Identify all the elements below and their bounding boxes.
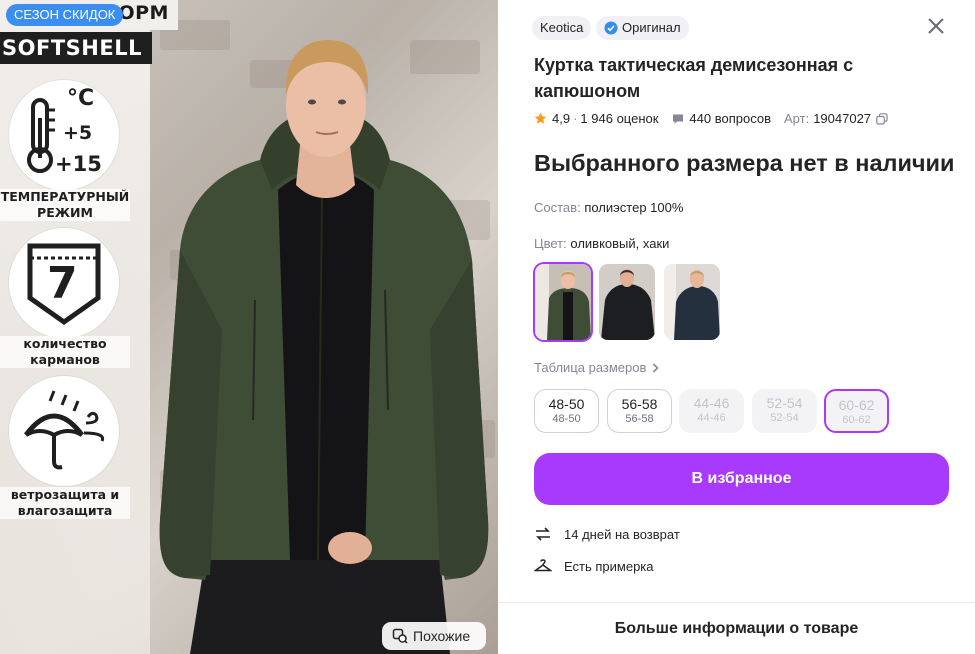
questions-icon [673,114,684,124]
article-number: 19047027 [813,111,872,126]
questions-count[interactable]: 440 вопросов [689,111,771,126]
color-label: Цвет: [534,236,567,251]
similar-icon [392,628,408,644]
size-label: 52-54 [766,395,803,411]
color-option-navy[interactable] [664,264,720,340]
pockets-circle: 7 [9,228,119,338]
star-icon [534,112,547,124]
temperature-low: +5 [63,122,93,144]
rating-value: 4,9 [552,111,571,126]
composition-label: Состав: [534,200,581,215]
color-option-olive[interactable] [535,264,591,340]
size-sublabel: 56-58 [625,413,654,425]
protection-label-line2: влагозащита [17,503,113,518]
chevron-right-icon [653,362,660,373]
product-title: Куртка тактическая демисезонная с капюшо… [534,55,854,101]
fitting-info: Есть примерка [534,557,654,575]
size-option-48-50[interactable]: 48-50 48-50 [534,389,599,433]
copy-icon[interactable] [876,112,888,125]
protection-circle [9,376,119,486]
original-label: Оригинал [622,20,681,35]
size-sublabel: 60-62 [842,414,871,426]
brand-tag[interactable]: Keotica [532,16,592,40]
size-label: 48-50 [548,396,585,412]
article-label: Арт: [784,111,810,126]
rating-separator: · [573,111,578,126]
temperature-label-line1: ТЕМПЕРАТУРНЫЙ [0,189,130,204]
size-table-label: Таблица размеров [534,360,647,375]
pockets-label: количество карманов [0,336,130,368]
size-label: 60-62 [838,397,875,413]
color-value: оливковый, хаки [570,236,670,251]
reviews-count[interactable]: 1 946 оценок [580,111,658,126]
size-table-link[interactable]: Таблица размеров [534,360,660,375]
similar-button[interactable]: Похожие [382,622,486,650]
size-sublabel: 52-54 [770,412,799,424]
protection-label-line1: ветрозащита и [10,487,120,502]
composition-row: Состав: полиэстер 100% [534,200,683,215]
pockets-label-line2: карманов [30,352,100,367]
original-badge[interactable]: Оригинал [596,16,689,40]
close-icon[interactable] [926,16,946,36]
verified-icon [604,21,618,35]
temperature-circle: °C +5 +15 [9,80,119,190]
thumb-navy [664,264,720,340]
size-option-60-62[interactable]: 60-62 60-62 [824,389,889,433]
similar-button-label: Похожие [413,628,471,644]
temperature-label-line2: РЕЖИМ [37,205,93,220]
temperature-high: +15 [55,152,102,176]
product-image[interactable]: ТОРМ SOFTSHELL СЕЗОН СКИДОК °C +5 +15 ТЕ… [0,0,498,654]
temperature-label: ТЕМПЕРАТУРНЫЙ РЕЖИМ [0,189,130,221]
product-info-panel: Keotica Оригинал Куртка тактическая деми… [498,0,975,654]
more-info-button[interactable]: Больше информации о товаре [498,602,975,654]
brand-name: Keotica [540,20,584,35]
add-to-favorites-button[interactable]: В избранное [534,453,949,505]
return-policy: 14 дней на возврат [534,525,680,543]
size-option-44-46[interactable]: 44-46 44-46 [679,389,744,433]
thumb-olive [535,264,591,340]
size-option-52-54[interactable]: 52-54 52-54 [752,389,817,433]
size-sublabel: 48-50 [552,413,581,425]
return-arrows-icon [536,527,550,541]
pockets-count: 7 [47,258,78,309]
size-label: 44-46 [693,395,730,411]
thumb-black [599,264,655,340]
color-row: Цвет: оливковый, хаки [534,236,669,251]
stock-status: Выбранного размера нет в наличии [534,150,955,176]
temperature-unit: °C [67,86,95,111]
material-banner: SOFTSHELL [0,32,152,64]
size-label: 56-58 [621,396,658,412]
size-sublabel: 44-46 [697,412,726,424]
sale-badge: СЕЗОН СКИДОК [6,4,124,26]
return-policy-text: 14 дней на возврат [564,526,680,542]
color-option-black[interactable] [599,264,655,340]
pockets-label-line1: количество [23,336,107,351]
fitting-text: Есть примерка [564,558,654,574]
umbrella-wind-icon [23,390,105,470]
rating-row: 4,9 · 1 946 оценок 440 вопросов Арт: 190… [534,111,888,126]
model-in-jacket [159,40,489,654]
composition-value: полиэстер 100% [584,200,684,215]
protection-label: ветрозащита и влагозащита [0,487,130,519]
size-option-56-58[interactable]: 56-58 56-58 [607,389,672,433]
hanger-icon [534,559,552,572]
